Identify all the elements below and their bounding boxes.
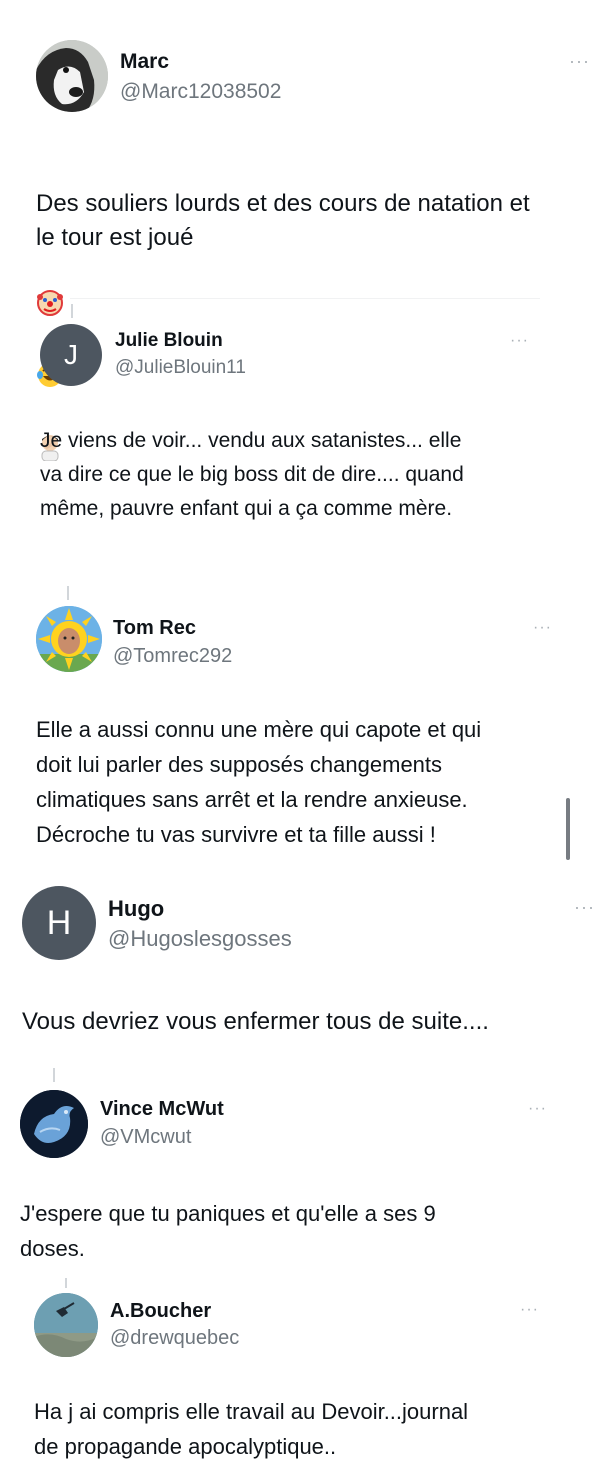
more-options-icon[interactable]: ··· xyxy=(528,1101,547,1117)
author-handle[interactable]: @Tomrec292 xyxy=(113,645,232,668)
author-handle[interactable]: @VMcwut xyxy=(100,1126,191,1149)
tweet-text: Ha j ai compris elle travail au Devoir..… xyxy=(34,1399,469,1459)
more-options-icon[interactable]: ··· xyxy=(569,52,590,70)
scrollbar-thumb[interactable] xyxy=(566,798,570,860)
tweet-tom-rec: Tom Rec @Tomrec292 ··· Elle a aussi conn… xyxy=(0,590,600,870)
avatar-letter: H xyxy=(46,903,72,942)
tweet-marc: Marc @Marc12038502 ··· Des souliers lour… xyxy=(0,0,600,462)
tweet-text: J'espere que tu paniques et qu'elle a se… xyxy=(20,1201,436,1261)
tweet-text: Je viens de voir... vendu aux satanistes… xyxy=(40,429,464,520)
author-name[interactable]: Vince McWut xyxy=(100,1098,224,1121)
more-options-icon[interactable]: ··· xyxy=(574,898,595,916)
author-name[interactable]: A.Boucher xyxy=(110,1300,211,1323)
tweet-text: Vous devriez vous enfermer tous de suite… xyxy=(22,1008,489,1035)
underwater-avatar-image xyxy=(34,1293,98,1357)
sun-face-avatar-image xyxy=(36,606,102,672)
author-handle[interactable]: @Hugoslesgosses xyxy=(108,926,292,952)
divider xyxy=(70,298,540,299)
blue-bird-avatar-image xyxy=(20,1090,88,1158)
more-options-icon[interactable]: ··· xyxy=(520,1302,539,1318)
avatar-julie-blouin[interactable]: J xyxy=(40,324,102,386)
avatar-tom-rec[interactable] xyxy=(36,606,102,672)
tweet-hugo: H Hugo @Hugoslesgosses ··· Vous devriez … xyxy=(0,872,600,1052)
more-options-icon[interactable]: ··· xyxy=(533,620,552,636)
author-name[interactable]: Julie Blouin xyxy=(115,330,223,352)
avatar-marc[interactable] xyxy=(36,40,108,112)
author-handle[interactable]: @drewquebec xyxy=(110,1327,239,1350)
avatar-hugo[interactable]: H xyxy=(22,886,96,960)
author-name[interactable]: Tom Rec xyxy=(113,617,196,640)
author-name[interactable]: Marc xyxy=(120,50,169,74)
author-name[interactable]: Hugo xyxy=(108,896,164,922)
author-handle[interactable]: @JulieBlouin11 xyxy=(115,357,246,379)
tweet-vince-mcwut: Vince McWut @VMcwut ··· J'espere que tu … xyxy=(0,1080,600,1270)
tweet-a-boucher: A.Boucher @drewquebec ··· Ha j ai compri… xyxy=(0,1285,600,1459)
avatar-vince-mcwut[interactable] xyxy=(20,1090,88,1158)
avatar-letter: J xyxy=(64,339,78,370)
more-options-icon[interactable]: ··· xyxy=(510,333,529,349)
tweet-text-content: Des souliers lourds et des cours de nata… xyxy=(36,190,530,251)
author-handle[interactable]: @Marc12038502 xyxy=(120,80,281,104)
tweet-julie-blouin: J Julie Blouin @JulieBlouin11 ··· Je vie… xyxy=(0,300,600,550)
avatar-a-boucher[interactable] xyxy=(34,1293,98,1357)
tweet-text: Elle a aussi connu une mère qui capote e… xyxy=(36,717,482,847)
dog-avatar-image xyxy=(36,40,108,112)
